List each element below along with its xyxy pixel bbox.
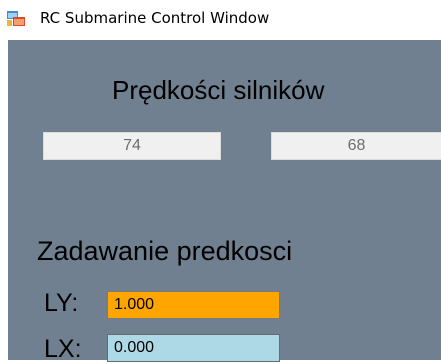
ly-input[interactable] bbox=[107, 291, 280, 319]
ly-label: LY: bbox=[44, 289, 79, 317]
title-bar: RC Submarine Control Window bbox=[0, 0, 441, 40]
right-motor-speed-display: 68 bbox=[271, 132, 441, 160]
left-motor-speed-display: 74 bbox=[43, 132, 221, 160]
window-title: RC Submarine Control Window bbox=[40, 9, 270, 27]
app-window-icon bbox=[7, 11, 26, 27]
speed-setting-heading: Zadawanie predkosci bbox=[37, 236, 293, 266]
motor-speeds-heading: Prędkości silników bbox=[112, 75, 325, 105]
lx-input[interactable] bbox=[107, 334, 280, 362]
